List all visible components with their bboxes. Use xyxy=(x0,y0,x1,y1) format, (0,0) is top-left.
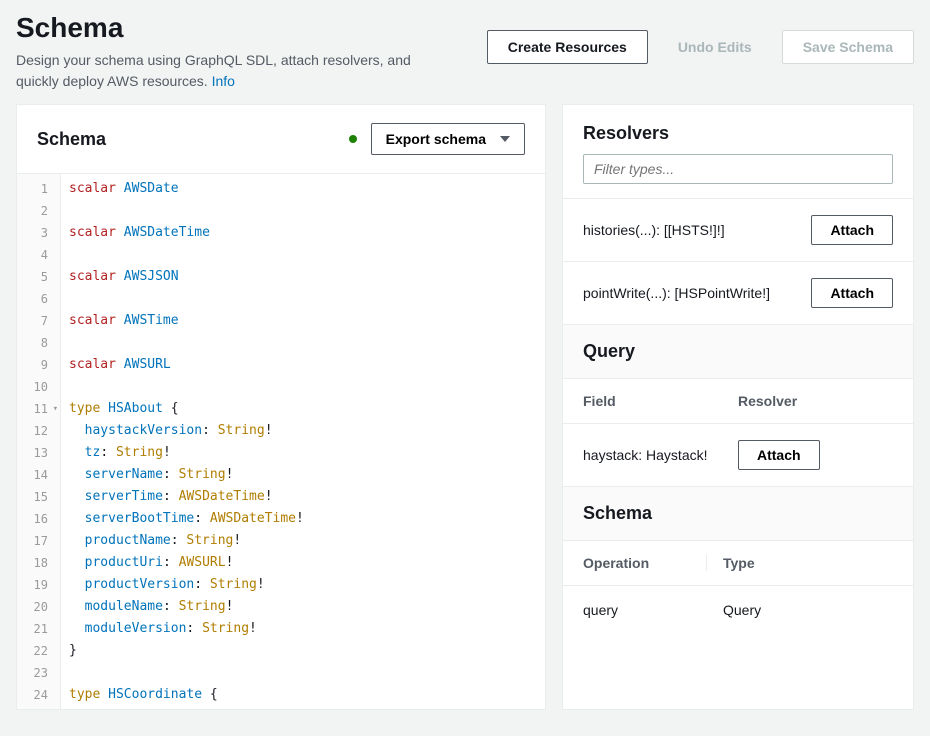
schema-head-type: Type xyxy=(707,555,893,571)
save-schema-button: Save Schema xyxy=(782,30,914,64)
code-line[interactable]: serverTime: AWSDateTime! xyxy=(69,486,545,508)
line-number: 6 xyxy=(17,288,54,310)
create-resources-button[interactable]: Create Resources xyxy=(487,30,648,64)
code-line[interactable]: type HSAbout { xyxy=(69,398,545,420)
code-line[interactable] xyxy=(69,662,545,684)
schema-type: Query xyxy=(707,602,893,618)
schema-panel: Schema Export schema 1234567891011121314… xyxy=(16,104,546,710)
page-title: Schema xyxy=(16,12,487,44)
filter-types-input[interactable] xyxy=(583,154,893,184)
resolver-row: pointWrite(...): [HSPointWrite!] Attach xyxy=(563,261,913,324)
code-line[interactable]: moduleName: String! xyxy=(69,596,545,618)
line-number: 10 xyxy=(17,376,54,398)
code-line[interactable]: productUri: AWSURL! xyxy=(69,552,545,574)
code-line[interactable] xyxy=(69,200,545,222)
header-buttons: Create Resources Undo Edits Save Schema xyxy=(487,30,914,64)
line-number: 23 xyxy=(17,662,54,684)
code-line[interactable]: } xyxy=(69,640,545,662)
resolver-row: histories(...): [[HSTS!]!] Attach xyxy=(563,198,913,261)
export-schema-button[interactable]: Export schema xyxy=(371,123,525,155)
line-number: 17 xyxy=(17,530,54,552)
line-number: 7 xyxy=(17,310,54,332)
query-field: haystack: Haystack! xyxy=(583,447,738,463)
undo-edits-button: Undo Edits xyxy=(658,30,772,64)
line-number: 11 xyxy=(17,398,54,420)
line-number: 15 xyxy=(17,486,54,508)
code-line[interactable]: scalar AWSJSON xyxy=(69,266,545,288)
line-number: 22 xyxy=(17,640,54,662)
code-line[interactable]: scalar AWSTime xyxy=(69,310,545,332)
line-number: 14 xyxy=(17,464,54,486)
code-line[interactable]: scalar AWSDate xyxy=(69,178,545,200)
schema-rows: queryQuery xyxy=(563,585,913,634)
resolver-signature: histories(...): [[HSTS!]!] xyxy=(583,222,801,238)
resolver-rows: histories(...): [[HSTS!]!]AttachpointWri… xyxy=(563,198,913,324)
code-line[interactable]: serverName: String! xyxy=(69,464,545,486)
query-row: haystack: Haystack!Attach xyxy=(563,423,913,486)
query-head-field: Field xyxy=(583,393,738,409)
resolvers-panel-title: Resolvers xyxy=(583,123,669,144)
header-left: Schema Design your schema using GraphQL … xyxy=(16,12,487,92)
code-line[interactable]: productVersion: String! xyxy=(69,574,545,596)
resolver-signature: pointWrite(...): [HSPointWrite!] xyxy=(583,285,801,301)
query-table-head: Field Resolver xyxy=(563,378,913,423)
line-number: 19 xyxy=(17,574,54,596)
code-line[interactable]: productName: String! xyxy=(69,530,545,552)
code-body[interactable]: scalar AWSDate scalar AWSDateTime scalar A… xyxy=(61,174,545,709)
info-link[interactable]: Info xyxy=(212,73,235,89)
code-line[interactable] xyxy=(69,376,545,398)
line-number: 4 xyxy=(17,244,54,266)
query-section-header: Query xyxy=(563,324,913,378)
code-line[interactable] xyxy=(69,288,545,310)
line-number: 12 xyxy=(17,420,54,442)
line-number: 9 xyxy=(17,354,54,376)
page-header: Schema Design your schema using GraphQL … xyxy=(0,0,930,100)
code-line[interactable]: serverBootTime: AWSDateTime! xyxy=(69,508,545,530)
schema-panel-title: Schema xyxy=(37,129,106,150)
attach-button[interactable]: Attach xyxy=(811,215,893,245)
code-line[interactable]: haystackVersion: String! xyxy=(69,420,545,442)
code-line[interactable]: scalar AWSURL xyxy=(69,354,545,376)
code-line[interactable]: scalar AWSDateTime xyxy=(69,222,545,244)
line-number: 16 xyxy=(17,508,54,530)
code-line[interactable] xyxy=(69,244,545,266)
resolvers-panel: Resolvers histories(...): [[HSTS!]!] Atta… xyxy=(562,104,914,710)
schema-operation: query xyxy=(583,602,707,618)
schema-table-head: Operation Type xyxy=(563,540,913,585)
query-head-resolver: Resolver xyxy=(738,393,893,409)
line-number: 1 xyxy=(17,178,54,200)
line-number: 18 xyxy=(17,552,54,574)
gutter: 123456789101112131415161718192021222324 xyxy=(17,174,61,709)
code-line[interactable]: type HSCoordinate { xyxy=(69,684,545,706)
code-editor[interactable]: 123456789101112131415161718192021222324 … xyxy=(17,173,545,709)
line-number: 3 xyxy=(17,222,54,244)
export-schema-label: Export schema xyxy=(386,131,486,147)
line-number: 24 xyxy=(17,684,54,706)
line-number: 2 xyxy=(17,200,54,222)
line-number: 8 xyxy=(17,332,54,354)
query-rows: haystack: Haystack!Attach xyxy=(563,423,913,486)
filter-wrap xyxy=(563,154,913,198)
line-number: 13 xyxy=(17,442,54,464)
code-line[interactable] xyxy=(69,332,545,354)
content: Schema Export schema 1234567891011121314… xyxy=(0,100,930,726)
attach-button[interactable]: Attach xyxy=(738,440,820,470)
line-number: 21 xyxy=(17,618,54,640)
schema-row: queryQuery xyxy=(563,585,913,634)
schema-section-header: Schema xyxy=(563,486,913,540)
schema-panel-header: Schema Export schema xyxy=(17,105,545,173)
resolvers-panel-header: Resolvers xyxy=(563,105,913,154)
line-number: 20 xyxy=(17,596,54,618)
page-subtitle: Design your schema using GraphQL SDL, at… xyxy=(16,50,456,92)
schema-head-operation: Operation xyxy=(583,555,707,571)
chevron-down-icon xyxy=(500,136,510,142)
attach-button[interactable]: Attach xyxy=(811,278,893,308)
status-dot-icon xyxy=(349,135,357,143)
code-line[interactable]: tz: String! xyxy=(69,442,545,464)
code-line[interactable]: moduleVersion: String! xyxy=(69,618,545,640)
line-number: 5 xyxy=(17,266,54,288)
